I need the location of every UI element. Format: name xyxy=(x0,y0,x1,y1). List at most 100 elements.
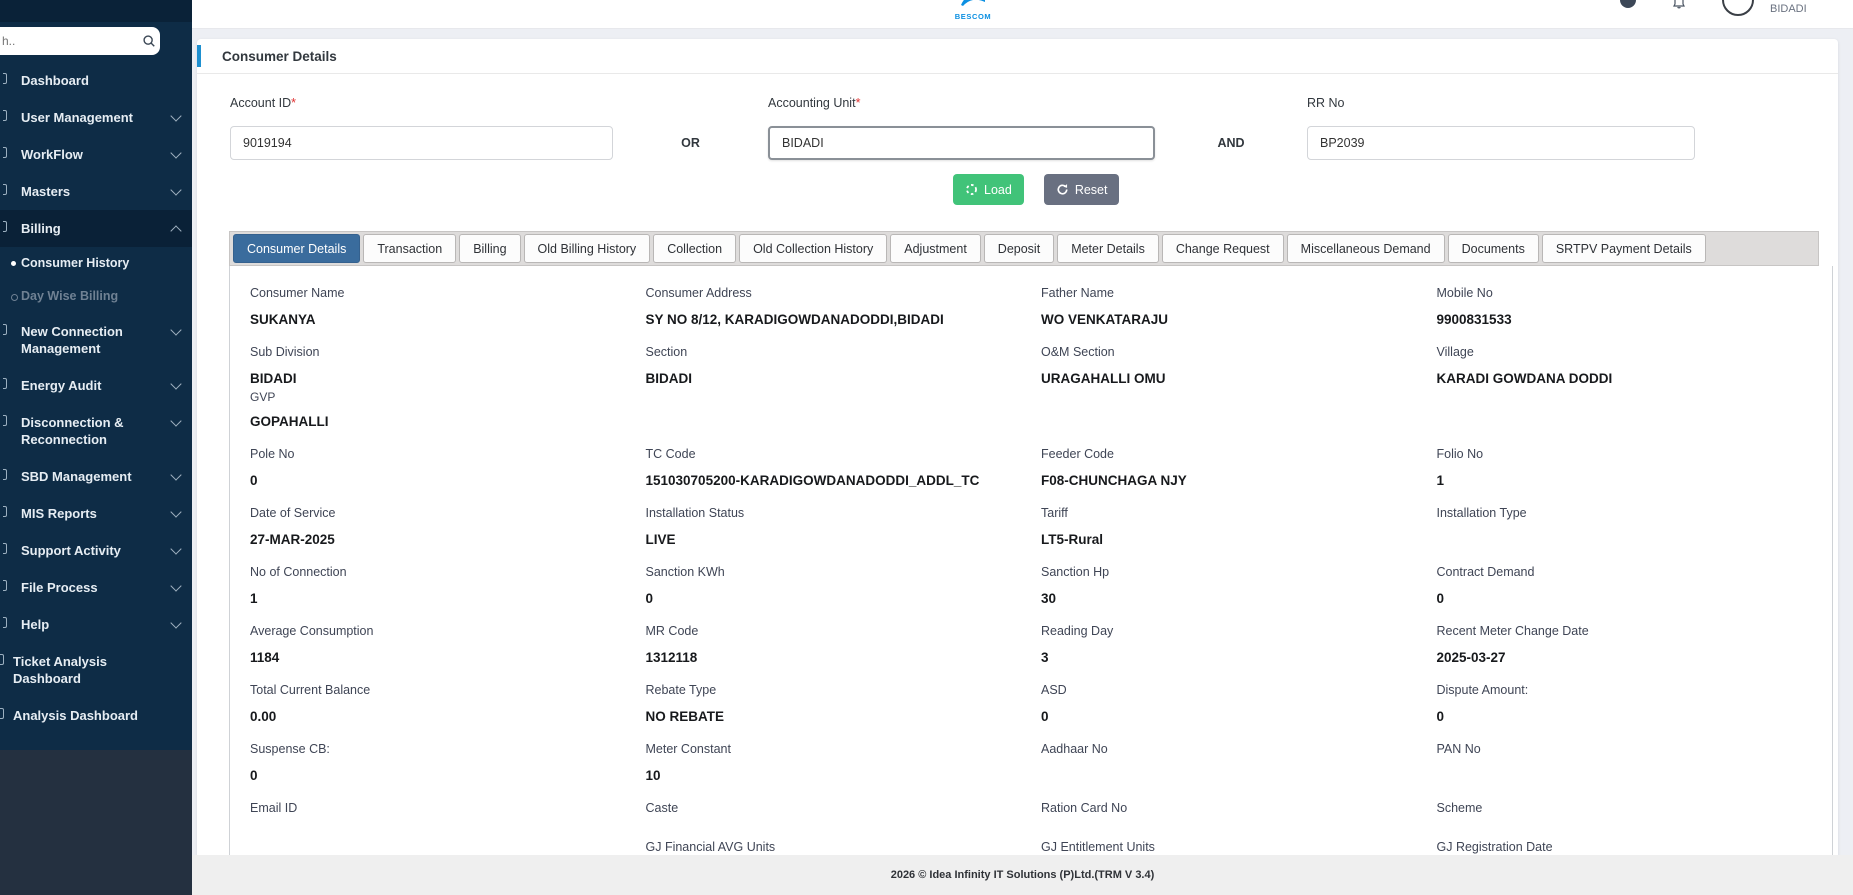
field-value: 3 xyxy=(1041,650,1049,665)
field-label: Sanction KWh xyxy=(645,565,725,579)
detail-field-recent-meter-change-date: Recent Meter Change Date 2025-03-27 xyxy=(1437,624,1833,668)
field-value: LIVE xyxy=(645,532,676,547)
sidebar-item-consumer-history[interactable]: Consumer History xyxy=(0,247,192,280)
sidebar-item-label: File Process xyxy=(21,580,98,595)
help-icon xyxy=(3,616,16,630)
tab-meter-details[interactable]: Meter Details xyxy=(1057,234,1159,263)
brand-logo: BESCOM xyxy=(947,0,999,21)
sidebar-item-billing[interactable]: Billing xyxy=(0,210,192,247)
sidebar-item-new-connection-management[interactable]: New Connection Management xyxy=(0,313,192,367)
detail-field-caste: Caste xyxy=(646,801,1042,825)
sidebar-item-label: Help xyxy=(21,617,50,632)
detail-field-date-of-service: Date of Service 27-MAR-2025 xyxy=(250,506,646,550)
tab-consumer-details[interactable]: Consumer Details xyxy=(233,234,361,263)
tab-collection[interactable]: Collection xyxy=(653,234,737,263)
tab-srtpv-payment-details[interactable]: SRTPV Payment Details xyxy=(1541,234,1706,263)
field-value: 10 xyxy=(645,768,661,783)
field-label: Father Name xyxy=(1041,286,1114,300)
detail-field-consumer-address: Consumer Address SY NO 8/12, KARADIGOWDAN… xyxy=(646,286,1042,330)
sidebar-item-label: New Connection Management xyxy=(21,324,123,356)
account-id-label: Account ID* xyxy=(230,96,297,110)
field-label: Village xyxy=(1436,345,1474,359)
tab-deposit[interactable]: Deposit xyxy=(983,234,1055,263)
detail-field-installation-status: Installation Status LIVE xyxy=(646,506,1042,550)
account-id-input[interactable] xyxy=(230,126,613,160)
detail-field-folio-no: Folio No 1 xyxy=(1437,447,1833,491)
sidebar-item-help[interactable]: Help xyxy=(0,606,192,643)
tab-billing[interactable]: Billing xyxy=(459,234,521,263)
theme-toggle-icon[interactable] xyxy=(1620,0,1636,8)
detail-field-gj-registration-date: GJ Registration Date xyxy=(1437,840,1833,855)
load-button-label: Load xyxy=(984,182,1012,197)
search-input[interactable] xyxy=(0,27,160,55)
sidebar-item-analysis-dashboard[interactable]: Analysis Dashboard xyxy=(0,697,192,734)
tab-old-collection-history[interactable]: Old Collection History xyxy=(739,234,888,263)
field-label: Sanction Hp xyxy=(1041,565,1110,579)
notification-bell-icon[interactable] xyxy=(1673,0,1685,9)
tab-change-request[interactable]: Change Request xyxy=(1161,234,1284,263)
tab-old-billing-history[interactable]: Old Billing History xyxy=(523,234,651,263)
sidebar-item-sbd-management[interactable]: SBD Management xyxy=(0,458,192,495)
field-value: KARADI GOWDANA DODDI xyxy=(1436,371,1613,386)
sidebar-item-workflow[interactable]: WorkFlow xyxy=(0,136,192,173)
chevron-down-icon xyxy=(170,378,182,390)
sidebar-item-label: Day Wise Billing xyxy=(21,289,119,303)
sidebar-item-energy-audit[interactable]: Energy Audit xyxy=(0,367,192,404)
sidebar-item-file-process[interactable]: File Process xyxy=(0,569,192,606)
field-label: Email ID xyxy=(250,801,298,815)
user-avatar[interactable] xyxy=(1722,0,1754,16)
field-label: GJ Entitlement Units xyxy=(1041,840,1155,854)
field-value: SY NO 8/12, KARADIGOWDANADODDI,BIDADI xyxy=(645,312,944,327)
sidebar-menu: Dashboard User Management WorkFlow Masters B… xyxy=(0,62,192,734)
sidebar-item-user-management[interactable]: User Management xyxy=(0,99,192,136)
field-label: Scheme xyxy=(1436,801,1483,815)
required-mark: * xyxy=(291,96,297,110)
field-label: Reading Day xyxy=(1041,624,1114,638)
field-value: F08-CHUNCHAGA NJY xyxy=(1041,473,1187,488)
tab-adjustment[interactable]: Adjustment xyxy=(890,234,981,263)
sidebar-item-support-activity[interactable]: Support Activity xyxy=(0,532,192,569)
energy-audit-icon xyxy=(3,377,16,391)
sidebar-item-dashboard[interactable]: Dashboard xyxy=(0,62,192,99)
sidebar-item-ticket-analysis-dashboard[interactable]: Ticket Analysis Dashboard xyxy=(0,643,192,697)
field-value: 1 xyxy=(250,591,258,606)
sidebar-item-label: Energy Audit xyxy=(21,378,102,393)
rr-no-group: RR No xyxy=(1307,96,1695,160)
detail-field-rebate-type: Rebate Type NO REBATE xyxy=(646,683,1042,727)
field-sublabel: GVP xyxy=(250,390,276,404)
reset-button[interactable]: Reset xyxy=(1043,174,1120,205)
detail-field-o-m-section: O&M Section URAGAHALLI OMU xyxy=(1041,345,1437,432)
detail-field-empty xyxy=(250,840,646,855)
tab-transaction[interactable]: Transaction xyxy=(363,234,457,263)
sidebar-item-mis-reports[interactable]: MIS Reports xyxy=(0,495,192,532)
field-label: Feeder Code xyxy=(1041,447,1114,461)
detail-field-mr-code: MR Code 1312118 xyxy=(646,624,1042,668)
tab-documents[interactable]: Documents xyxy=(1447,234,1539,263)
chevron-down-icon xyxy=(170,415,182,427)
chevron-down-icon xyxy=(170,184,182,196)
rr-no-input[interactable] xyxy=(1307,126,1695,160)
detail-field-father-name: Father Name WO VENKATARAJU xyxy=(1041,286,1437,330)
field-label: PAN No xyxy=(1436,742,1481,756)
field-label: Ration Card No xyxy=(1041,801,1128,815)
load-button[interactable]: Load xyxy=(953,174,1024,205)
sidebar-item-label: Consumer History xyxy=(21,256,130,270)
content-area: Consumer Details Account ID* OR Accounti… xyxy=(192,29,1853,855)
detail-field-sanction-kwh: Sanction KWh 0 xyxy=(646,565,1042,609)
field-label: Pole No xyxy=(250,447,295,461)
detail-field-average-consumption: Average Consumption 1184 xyxy=(250,624,646,668)
sidebar-item-label: MIS Reports xyxy=(21,506,97,521)
sidebar-item-disconnection-reconnection[interactable]: Disconnection & Reconnection xyxy=(0,404,192,458)
rr-no-label: RR No xyxy=(1307,96,1345,110)
accounting-unit-group: Accounting Unit* xyxy=(768,96,1155,160)
masters-icon xyxy=(3,183,16,197)
sidebar-item-day-wise-billing[interactable]: Day Wise Billing xyxy=(0,280,192,313)
detail-field-mobile-no: Mobile No 9900831533 xyxy=(1437,286,1833,330)
tab-panel: Consumer Name SUKANYA Consumer Address SY N… xyxy=(229,266,1833,855)
field-label: Aadhaar No xyxy=(1041,742,1108,756)
tab-miscellaneous-demand[interactable]: Miscellaneous Demand xyxy=(1286,234,1445,263)
field-value: 0.00 xyxy=(250,709,277,724)
brand-name: BESCOM xyxy=(954,12,992,21)
sidebar-item-masters[interactable]: Masters xyxy=(0,173,192,210)
accounting-unit-input[interactable] xyxy=(768,126,1155,160)
